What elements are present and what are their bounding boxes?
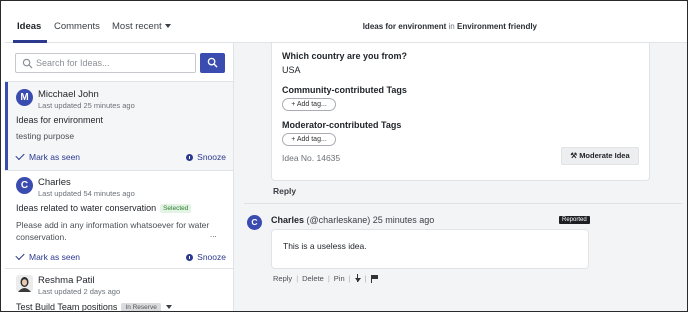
comment-handle: (@charleskane) — [306, 215, 371, 225]
breadcrumb-group[interactable]: Environment friendly — [457, 22, 537, 31]
idea-body: testing purpose — [16, 131, 75, 141]
mark-as-seen-label: Mark as seen — [29, 152, 81, 162]
separator: | — [364, 274, 367, 283]
more-ellipsis[interactable]: ... — [210, 230, 217, 239]
idea-updated: Last updated 2 days ago — [38, 287, 121, 296]
idea-title[interactable]: Ideas related to water conservation Selec… — [16, 203, 192, 213]
top-bar: Ideas Comments Most recent Ideas for env… — [5, 9, 687, 43]
breadcrumb-separator: in — [448, 22, 455, 31]
idea-detail-card: Which country are you from? USA Communit… — [271, 43, 650, 181]
user-photo-icon — [16, 275, 33, 292]
moderator-tags-label: Moderator-contributed Tags — [282, 120, 402, 130]
mark-as-seen-button[interactable]: Mark as seen — [15, 250, 81, 262]
idea-updated: Last updated 54 minutes ago — [38, 189, 135, 198]
clock-icon — [186, 254, 194, 261]
separator: | — [327, 274, 330, 283]
tab-ideas[interactable]: Ideas — [17, 21, 41, 32]
tab-comments[interactable]: Comments — [54, 21, 100, 32]
community-tags-label: Community-contributed Tags — [282, 85, 407, 95]
idea-author: Micchael John — [38, 89, 99, 100]
sort-dropdown-label: Most recent — [112, 21, 162, 32]
ideas-list-panel: M Micchael John Last updated 25 minutes … — [5, 43, 234, 312]
breadcrumb: Ideas for environment in Environment fri… — [363, 22, 537, 31]
add-moderator-tag-button[interactable]: + Add tag... — [282, 133, 336, 146]
hammer-icon: ⚒ — [570, 151, 580, 160]
snooze-label: Snooze — [197, 252, 226, 262]
moderate-idea-label: Moderate Idea — [579, 151, 630, 160]
separator: | — [348, 274, 351, 283]
avatar: M — [16, 89, 33, 106]
idea-author: Reshma Patil — [38, 275, 95, 286]
idea-body: Please add in any information whatsoever… — [16, 220, 210, 242]
check-icon — [15, 250, 25, 261]
idea-title-text: Ideas related to water conservation — [16, 203, 157, 213]
status-badge: Selected — [160, 204, 192, 213]
status-badge: In Reserve — [121, 303, 161, 311]
avatar: C — [16, 177, 33, 194]
comment-author: Charles — [271, 215, 305, 225]
check-icon — [15, 150, 25, 161]
separator: | — [296, 274, 299, 283]
comment-actions: Reply | Delete | Pin | | — [273, 274, 378, 283]
comment-header: Charles (@charleskane) 25 minutes ago — [271, 215, 434, 225]
search-icon — [22, 58, 33, 69]
clock-icon — [186, 154, 194, 161]
idea-author: Charles — [38, 177, 71, 188]
add-community-tag-button[interactable]: + Add tag... — [282, 98, 336, 111]
comment-delete-button[interactable]: Delete — [302, 274, 324, 283]
breadcrumb-page: Ideas for environment — [362, 22, 447, 31]
country-answer: USA — [282, 65, 301, 75]
search-box — [15, 53, 196, 73]
divider — [244, 203, 682, 204]
avatar: C — [247, 215, 262, 230]
comment-bubble: This is a useless idea. — [271, 229, 589, 269]
idea-card[interactable]: C Charles Last updated 54 minutes ago Id… — [5, 171, 233, 269]
comment-reply-button[interactable]: Reply — [273, 274, 292, 283]
app-frame: Ideas Comments Most recent Ideas for env… — [0, 0, 688, 312]
country-question: Which country are you from? — [282, 51, 408, 61]
sort-icon[interactable] — [354, 274, 361, 282]
idea-updated: Last updated 25 minutes ago — [38, 101, 135, 110]
idea-title-text: Test Build Team positions — [16, 302, 118, 312]
chevron-down-icon — [164, 24, 171, 28]
avatar — [16, 275, 33, 292]
search-button[interactable] — [200, 53, 225, 73]
comment-text: This is a useless idea. — [283, 241, 367, 251]
sort-dropdown[interactable]: Most recent — [112, 21, 171, 32]
snooze-label: Snooze — [197, 152, 226, 162]
idea-title[interactable]: Ideas for environment — [16, 115, 103, 125]
snooze-button[interactable]: Snooze — [186, 252, 226, 262]
snooze-button[interactable]: Snooze — [186, 152, 226, 162]
comment-time: 25 minutes ago — [372, 215, 435, 225]
search-icon — [207, 57, 218, 68]
mark-as-seen-button[interactable]: Mark as seen — [15, 150, 81, 162]
comment-pin-button[interactable]: Pin — [334, 274, 345, 283]
chevron-down-icon[interactable] — [165, 305, 172, 309]
idea-title[interactable]: Test Build Team positions In Reserve — [16, 302, 172, 312]
reply-button[interactable]: Reply — [273, 186, 296, 196]
reported-badge: Reported — [559, 216, 590, 224]
moderate-idea-button[interactable]: ⚒ Moderate Idea — [561, 147, 639, 165]
idea-card[interactable]: Reshma Patil Last updated 2 days ago Tes… — [5, 269, 233, 312]
search-input[interactable] — [36, 56, 191, 70]
idea-number: Idea No. 14635 — [282, 153, 341, 163]
idea-detail-panel: Which country are you from? USA Communit… — [234, 43, 687, 311]
flag-icon[interactable] — [370, 275, 378, 283]
active-indicator — [5, 82, 8, 170]
idea-card[interactable]: M Micchael John Last updated 25 minutes … — [5, 82, 233, 171]
mark-as-seen-label: Mark as seen — [29, 252, 81, 262]
